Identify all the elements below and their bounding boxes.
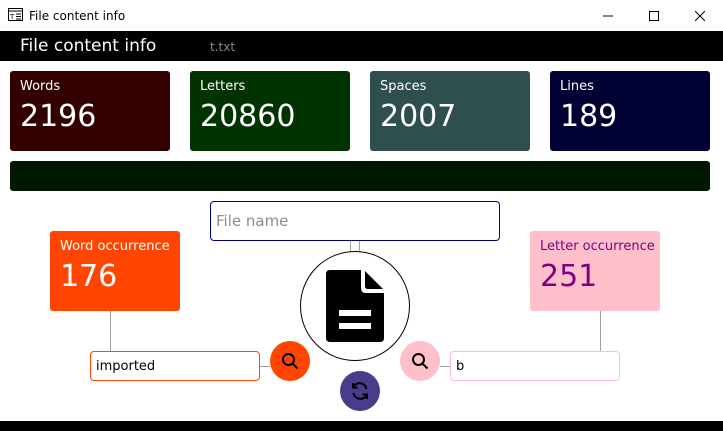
close-icon [695,10,705,21]
search-icon [412,353,429,370]
text-editor-icon: T [8,8,23,21]
open-file-button[interactable] [300,251,410,361]
minimize-icon [603,15,613,16]
refresh-button[interactable] [340,371,380,411]
refresh-icon [352,382,368,400]
letter-occurrence-label: Letter occurrence [540,239,655,254]
page-title: File content info [20,36,157,56]
connector-line [600,311,601,351]
letter-occurrence-card: Letter occurrence 251 [530,231,660,311]
words-card: Words 2196 [10,71,170,151]
search-icon [282,353,299,370]
file-document-icon [326,270,384,342]
lines-card: Lines 189 [550,71,710,151]
maximize-button[interactable] [631,0,677,31]
current-file-name: t.txt [210,40,236,54]
words-value: 2196 [20,99,97,134]
svg-text:T: T [9,13,15,21]
word-occurrence-value: 176 [60,259,118,294]
letter-search-input[interactable] [450,351,620,381]
spaces-value: 2007 [380,99,457,134]
progress-bar [10,161,710,191]
maximize-icon [649,10,659,21]
lines-label: Lines [560,79,594,94]
letters-label: Letters [200,79,246,94]
minimize-button[interactable] [585,0,631,31]
letter-search-button[interactable] [400,341,440,381]
word-search-input[interactable] [90,351,260,381]
letters-card: Letters 20860 [190,71,350,151]
word-occurrence-label: Word occurrence [60,239,170,254]
word-occurrence-card: Word occurrence 176 [50,231,180,311]
words-label: Words [20,79,61,94]
letter-occurrence-value: 251 [540,259,598,294]
letters-value: 20860 [200,99,296,134]
lines-value: 189 [560,99,618,134]
connector-line [359,241,360,251]
spaces-label: Spaces [380,79,427,94]
connector-line [110,311,111,351]
close-button[interactable] [677,0,723,31]
spaces-card: Spaces 2007 [370,71,530,151]
footer-bar [0,421,723,431]
connector-line [440,366,450,367]
window-title: File content info [29,9,126,23]
connector-line [260,366,270,367]
file-name-input[interactable] [210,201,500,241]
connector-line [350,241,351,251]
word-search-button[interactable] [270,341,310,381]
